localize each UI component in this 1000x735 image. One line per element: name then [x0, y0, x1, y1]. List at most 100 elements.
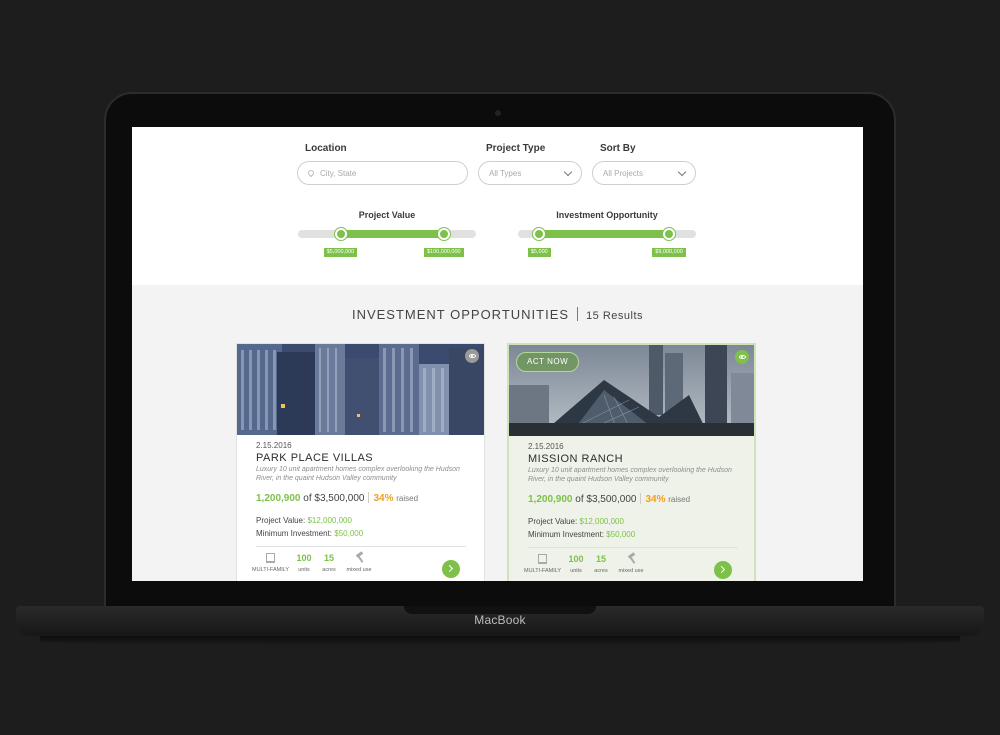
project-value-amount: $12,000,000 — [579, 517, 624, 526]
building-icon — [537, 554, 547, 564]
hammer-icon — [627, 554, 636, 563]
stat-acres-label: acres — [594, 568, 608, 574]
map-pin-icon — [306, 168, 316, 178]
title-divider — [577, 307, 579, 321]
chevron-down-icon — [677, 167, 687, 177]
card-title: PARK PLACE VILLAS — [256, 452, 374, 464]
funding-summary: 1,200,900 of $3,500,000 34% raised — [528, 493, 690, 505]
project-value-max-tag: $100,000,000 — [423, 248, 464, 257]
chevron-right-button[interactable] — [442, 560, 460, 578]
raised-label: raised — [396, 494, 419, 503]
project-value-key: Project Value: — [256, 516, 306, 525]
stat-units-label: units — [570, 568, 582, 574]
card-date: 2.15.2016 — [528, 442, 564, 451]
card-date: 2.15.2016 — [256, 441, 292, 450]
camera — [495, 110, 501, 116]
investment-opportunity-max-tag: $9,000,000 — [652, 248, 686, 257]
divider — [368, 492, 370, 503]
investment-opportunity-max-handle[interactable] — [663, 228, 676, 240]
stat-type-label: MULTI-FAMILY — [524, 568, 562, 574]
stat-units: 100 units — [565, 553, 587, 574]
eye-icon[interactable] — [465, 349, 479, 363]
chevron-right-button[interactable] — [714, 561, 732, 579]
stat-units-value: 100 — [568, 554, 584, 564]
card-divider — [256, 546, 466, 547]
filter-panel: Location City, State Project Type All Ty… — [132, 127, 863, 285]
eye-icon[interactable] — [735, 350, 749, 364]
divider — [640, 493, 642, 504]
location-input[interactable]: City, State — [297, 161, 468, 185]
section-title: INVESTMENT OPPORTUNITIES 15 Results — [132, 307, 863, 322]
results-count: 15 Results — [586, 310, 644, 322]
investment-opportunity-min-tag: $5,000 — [527, 248, 551, 257]
investment-opportunity-label: Investment Opportunity — [556, 210, 658, 220]
listing-section: INVESTMENT OPPORTUNITIES 15 Results 2.15… — [132, 285, 863, 581]
stat-acres: 15 acres — [319, 552, 339, 573]
project-value-max-handle[interactable] — [437, 228, 450, 240]
project-value-row: Project Value: $12,000,000 — [256, 516, 352, 525]
laptop-shadow — [40, 636, 960, 646]
stat-acres-value: 15 — [595, 554, 606, 564]
project-value-row: Project Value: $12,000,000 — [528, 517, 624, 526]
hammer-icon — [355, 553, 364, 562]
investment-opportunity-range-fill — [539, 230, 670, 238]
project-value-key: Project Value: — [528, 517, 578, 526]
sort-by-label: Sort By — [600, 143, 636, 154]
investment-opportunity-min-handle[interactable] — [533, 228, 546, 240]
raised-label: raised — [668, 495, 691, 504]
of-label: of — [575, 494, 584, 505]
stat-type: MULTI-FAMILY — [252, 552, 290, 573]
stat-use-label: mixed use — [346, 567, 372, 573]
stat-type-label: MULTI-FAMILY — [252, 567, 290, 573]
stat-type: MULTI-FAMILY — [524, 553, 562, 574]
raised-percent: 34% — [373, 493, 394, 504]
sort-by-value: All Projects — [603, 168, 644, 178]
min-investment-row: Minimum Investment: $50,000 — [528, 530, 635, 539]
chevron-down-icon — [563, 167, 573, 177]
min-investment-amount: $50,000 — [334, 529, 364, 538]
opportunity-card[interactable]: 2.15.2016 PARK PLACE VILLAS Luxury 10 un… — [236, 343, 485, 581]
project-value-slider[interactable] — [298, 228, 476, 240]
project-type-value: All Types — [489, 168, 522, 178]
project-value-label: Project Value — [358, 210, 416, 220]
investment-opportunity-slider[interactable] — [518, 228, 696, 240]
project-value-range-fill — [340, 230, 444, 238]
min-investment-amount: $50,000 — [606, 530, 636, 539]
project-type-select[interactable]: All Types — [478, 161, 582, 185]
stat-use-label: mixed use — [618, 568, 644, 574]
sort-by-select[interactable]: All Projects — [592, 161, 696, 185]
card-description: Luxury 10 unit apartment homes complex o… — [528, 467, 732, 483]
min-investment-key: Minimum Investment: — [528, 530, 605, 539]
raised-percent: 34% — [645, 494, 666, 505]
building-icon — [265, 553, 275, 563]
funding-summary: 1,200,900 of $3,500,000 34% raised — [256, 492, 418, 504]
section-heading: INVESTMENT OPPORTUNITIES — [351, 307, 570, 322]
project-value-amount: $12,000,000 — [307, 516, 352, 525]
property-image — [237, 344, 484, 435]
device-brand: MacBook — [474, 613, 526, 627]
stat-units: 100 units — [293, 552, 315, 573]
project-value-min-handle[interactable] — [334, 228, 347, 240]
raised-amount: 1,200,900 — [256, 493, 301, 504]
of-label: of — [303, 493, 312, 504]
card-divider — [528, 547, 738, 548]
stat-acres-value: 15 — [323, 553, 334, 563]
min-investment-row: Minimum Investment: $50,000 — [256, 529, 363, 538]
funding-goal: $3,500,000 — [314, 493, 365, 504]
stat-use: mixed use — [615, 553, 647, 574]
project-type-label: Project Type — [486, 143, 546, 154]
project-value-min-tag: $5,000,000 — [323, 248, 358, 257]
opportunity-card[interactable]: ACT NOW 2.15.2016 MISSION RANCH Luxury 1… — [507, 343, 756, 581]
stat-units-value: 100 — [296, 553, 312, 563]
card-description: Luxury 10 unit apartment homes complex o… — [256, 466, 460, 482]
funding-goal: $3,500,000 — [586, 494, 637, 505]
raised-amount: 1,200,900 — [528, 494, 573, 505]
location-label: Location — [305, 143, 347, 154]
property-image: ACT NOW — [509, 345, 754, 436]
location-placeholder: City, State — [320, 168, 357, 178]
stat-units-label: units — [298, 567, 310, 573]
stat-acres: 15 acres — [591, 553, 611, 574]
min-investment-key: Minimum Investment: — [256, 529, 333, 538]
act-now-button[interactable]: ACT NOW — [516, 352, 580, 372]
app-screen: Location City, State Project Type All Ty… — [132, 127, 863, 581]
